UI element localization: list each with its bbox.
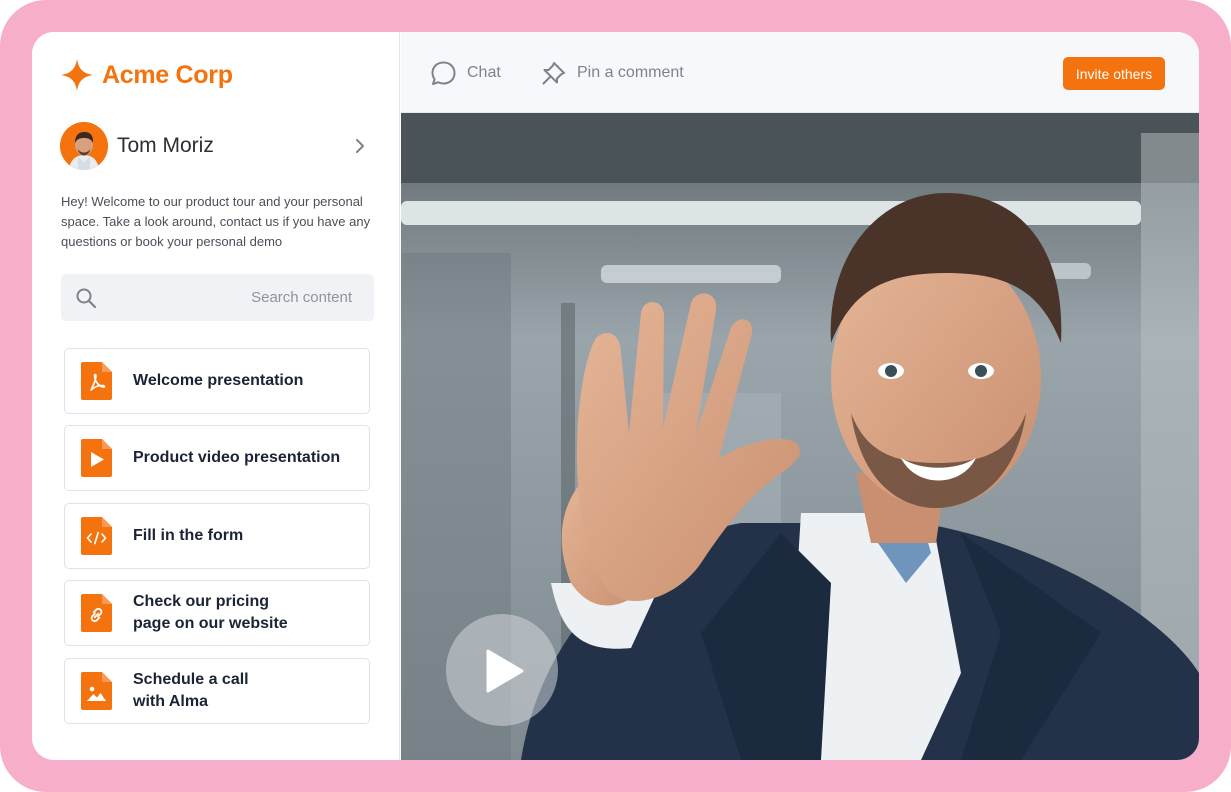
profile-card[interactable]: Tom Moriz (60, 122, 370, 170)
avatar (60, 122, 108, 170)
chevron-right-icon[interactable] (350, 136, 370, 156)
top-bar: Chat Pin a comment Invite others (401, 32, 1199, 113)
video-player[interactable] (401, 113, 1199, 760)
brand-name: Acme Corp (102, 60, 233, 89)
content-item-fill-form[interactable]: Fill in the form (64, 503, 370, 569)
content-item-label: Fill in the form (133, 527, 244, 544)
pdf-file-icon (81, 362, 112, 400)
brand-logo: Acme Corp (60, 58, 233, 92)
code-file-icon (81, 517, 112, 555)
search-input[interactable] (109, 274, 352, 321)
content-item-welcome-presentation[interactable]: Welcome presentation (64, 348, 370, 414)
profile-name: Tom Moriz (117, 134, 214, 157)
sparkle-icon (61, 59, 93, 91)
chat-bubble-icon (431, 61, 456, 85)
link-file-icon (81, 594, 112, 632)
content-item-pricing-page[interactable]: Check our pricing page on our website (64, 580, 370, 646)
content-item-product-video[interactable]: Product video presentation (64, 425, 370, 491)
app-window: Acme Corp Tom Moriz Hey! Welcome to our … (32, 32, 1199, 760)
pin-comment-label: Pin a comment (577, 64, 684, 81)
search-icon (76, 288, 97, 309)
content-item-label: Product video presentation (133, 449, 341, 466)
welcome-message: Hey! Welcome to our product tour and you… (61, 194, 371, 249)
pin-comment-button[interactable]: Pin a comment (540, 59, 684, 87)
video-file-icon (81, 439, 112, 477)
chat-button[interactable]: Chat (430, 59, 501, 87)
content-item-label: Check our pricing page on our website (133, 593, 288, 632)
image-file-icon (81, 672, 112, 710)
content-item-label: Schedule a call with Alma (133, 671, 249, 710)
invite-others-button[interactable]: Invite others (1063, 57, 1165, 90)
chat-label: Chat (467, 64, 501, 81)
play-icon (486, 649, 524, 693)
play-button[interactable] (446, 614, 558, 726)
pin-icon (542, 61, 565, 84)
content-item-schedule-call[interactable]: Schedule a call with Alma (64, 658, 370, 724)
search-box (61, 274, 374, 321)
sidebar: Acme Corp Tom Moriz Hey! Welcome to our … (32, 32, 400, 760)
content-item-label: Welcome presentation (133, 372, 304, 389)
